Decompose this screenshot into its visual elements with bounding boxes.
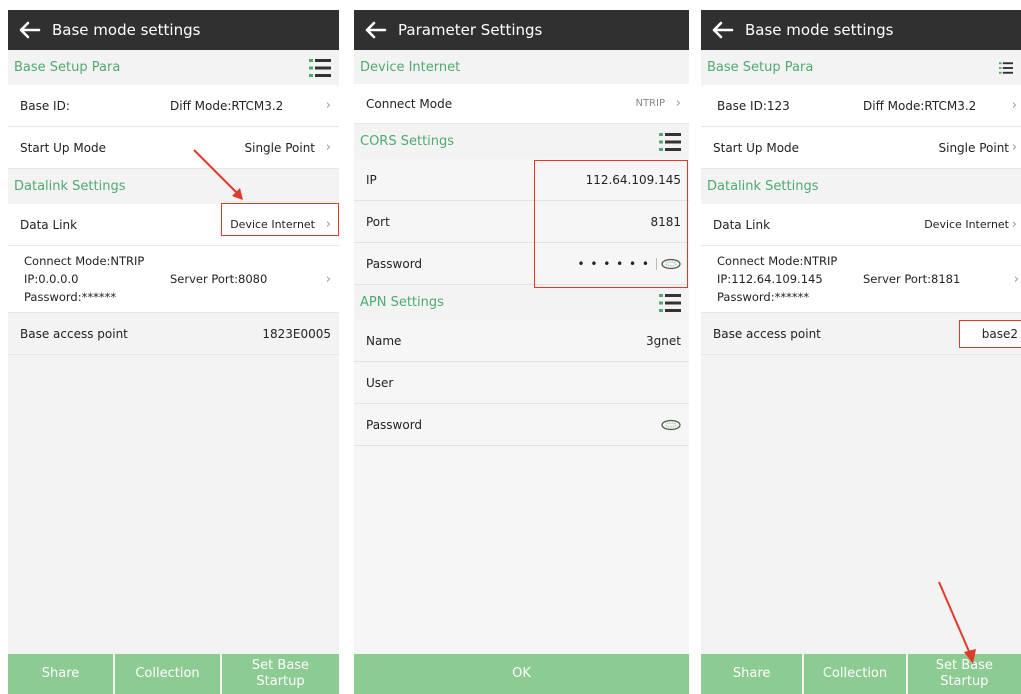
annotation-arrow [193, 149, 243, 200]
page-title: Parameter Settings [398, 21, 543, 39]
connect-mode-row[interactable]: Connect Mode NTRIP › [354, 84, 689, 124]
list-menu-icon[interactable] [659, 132, 681, 152]
share-button[interactable]: Share [8, 654, 113, 694]
section-title: Device Internet [360, 59, 461, 75]
base-access-point-value: 1823E0005 [262, 326, 331, 341]
back-arrow-icon[interactable] [701, 10, 745, 50]
base-id-label: Base ID:123 [717, 98, 790, 113]
collection-button[interactable]: Collection [804, 654, 906, 694]
section-title: Datalink Settings [14, 179, 126, 194]
apn-password-row[interactable]: Password [354, 404, 689, 446]
port-label: Port [366, 214, 390, 229]
page-title: Base mode settings [52, 21, 201, 39]
share-button[interactable]: Share [701, 654, 803, 694]
connect-mode-label: Connect Mode [366, 96, 453, 111]
chevron-right-icon: › [675, 96, 681, 111]
startup-mode-value: Single Point [938, 140, 1010, 155]
screen-parameter-settings: Parameter Settings Device Internet Conne… [354, 10, 689, 694]
back-arrow-icon[interactable] [8, 10, 52, 50]
section-header-device-internet: Device Internet [354, 50, 689, 84]
section-title: CORS Settings [360, 134, 455, 149]
eye-icon[interactable] [422, 419, 681, 431]
back-arrow-icon[interactable] [354, 10, 398, 50]
page-title: Base mode settings [745, 21, 894, 39]
list-menu-icon[interactable] [659, 293, 681, 313]
data-link-label: Data Link [20, 217, 78, 232]
password-label: Password [366, 256, 423, 271]
app-bar: Base mode settings [701, 10, 1021, 50]
password-text: Password:****** [717, 290, 810, 304]
section-title: Base Setup Para [14, 60, 121, 75]
connect-mode-text: Connect Mode:NTRIP [717, 254, 838, 268]
section-header-datalink: Datalink Settings [8, 169, 339, 204]
section-title: Base Setup Para [707, 60, 814, 75]
screen-base-mode-settings-2: Base mode settings Base Setup Para Base … [701, 10, 1021, 694]
chevron-right-icon: › [1011, 98, 1017, 113]
base-access-point-row[interactable]: Base access point base2 [701, 313, 1021, 355]
startup-mode-row[interactable]: Start Up Mode Single Point › [8, 127, 339, 169]
data-link-value: Device Internet [924, 218, 1009, 231]
base-id-label: Base ID: [20, 98, 70, 113]
base-id-row[interactable]: Base ID:123 Diff Mode:RTCM3.2 › [701, 85, 1021, 127]
apn-user-label: User [366, 375, 394, 390]
chevron-right-icon: › [1011, 217, 1017, 232]
chevron-right-icon: › [1013, 272, 1019, 287]
section-title: Datalink Settings [707, 179, 819, 194]
screen-base-mode-settings-1: Base mode settings Base Setup Para Base … [8, 10, 339, 694]
list-menu-icon[interactable] [999, 58, 1013, 78]
section-header-base-setup: Base Setup Para [8, 50, 339, 85]
ok-button[interactable]: OK [354, 654, 689, 694]
bottom-action-bar: Share Collection Set Base Startup [8, 654, 339, 694]
diff-mode-value: Diff Mode:RTCM3.2 [170, 98, 284, 113]
server-port-text: Server Port:8080 [170, 272, 268, 286]
app-bar: Parameter Settings [354, 10, 689, 50]
section-header-apn: APN Settings [354, 285, 689, 320]
section-title: APN Settings [360, 295, 444, 310]
startup-mode-label: Start Up Mode [20, 140, 107, 155]
diff-mode-value: Diff Mode:RTCM3.2 [863, 98, 977, 113]
password-text: Password:****** [24, 290, 117, 304]
connection-info[interactable]: Connect Mode:NTRIP IP:0.0.0.0 Server Por… [8, 246, 339, 313]
base-access-point-value[interactable]: base2 [821, 319, 1021, 348]
app-bar: Base mode settings [8, 10, 339, 50]
chevron-right-icon: › [325, 98, 331, 113]
chevron-right-icon: › [325, 140, 331, 155]
startup-mode-row[interactable]: Start Up Mode Single Point › [701, 127, 1021, 169]
section-header-cors: CORS Settings [354, 124, 689, 159]
apn-password-label: Password [366, 417, 423, 432]
list-menu-icon[interactable] [309, 58, 331, 78]
connect-mode-value: NTRIP [635, 98, 665, 109]
base-access-point-label: Base access point [713, 326, 821, 341]
base-id-row[interactable]: Base ID: Diff Mode:RTCM3.2 › [8, 85, 339, 127]
connect-mode-text: Connect Mode:NTRIP [24, 254, 145, 268]
data-link-label: Data Link [713, 217, 771, 232]
annotation-highlight-box [534, 160, 688, 288]
section-header-base-setup: Base Setup Para [701, 50, 1021, 85]
chevron-right-icon: › [1011, 140, 1017, 155]
collection-button[interactable]: Collection [115, 654, 220, 694]
server-port-text: Server Port:8181 [863, 272, 961, 286]
annotation-highlight-box [221, 203, 339, 236]
base-access-point-input[interactable]: base2 [958, 319, 1021, 348]
ip-label: IP [366, 172, 377, 187]
apn-name-label: Name [366, 333, 402, 348]
apn-name-input[interactable]: 3gnet [401, 334, 681, 348]
chevron-right-icon: › [325, 272, 331, 287]
startup-mode-label: Start Up Mode [713, 140, 800, 155]
base-access-point-label: Base access point [20, 326, 128, 341]
apn-name-row[interactable]: Name 3gnet [354, 320, 689, 362]
connection-info[interactable]: Connect Mode:NTRIP IP:112.64.109.145 Ser… [701, 246, 1021, 313]
section-header-datalink: Datalink Settings [701, 169, 1021, 204]
data-link-row[interactable]: Data Link Device Internet › [701, 204, 1021, 246]
apn-user-row[interactable]: User [354, 362, 689, 404]
bottom-action-bar: OK [354, 654, 689, 694]
set-base-startup-button[interactable]: Set Base Startup [222, 654, 339, 694]
annotation-arrow [938, 581, 976, 664]
base-access-point-row[interactable]: Base access point 1823E0005 [8, 313, 339, 355]
